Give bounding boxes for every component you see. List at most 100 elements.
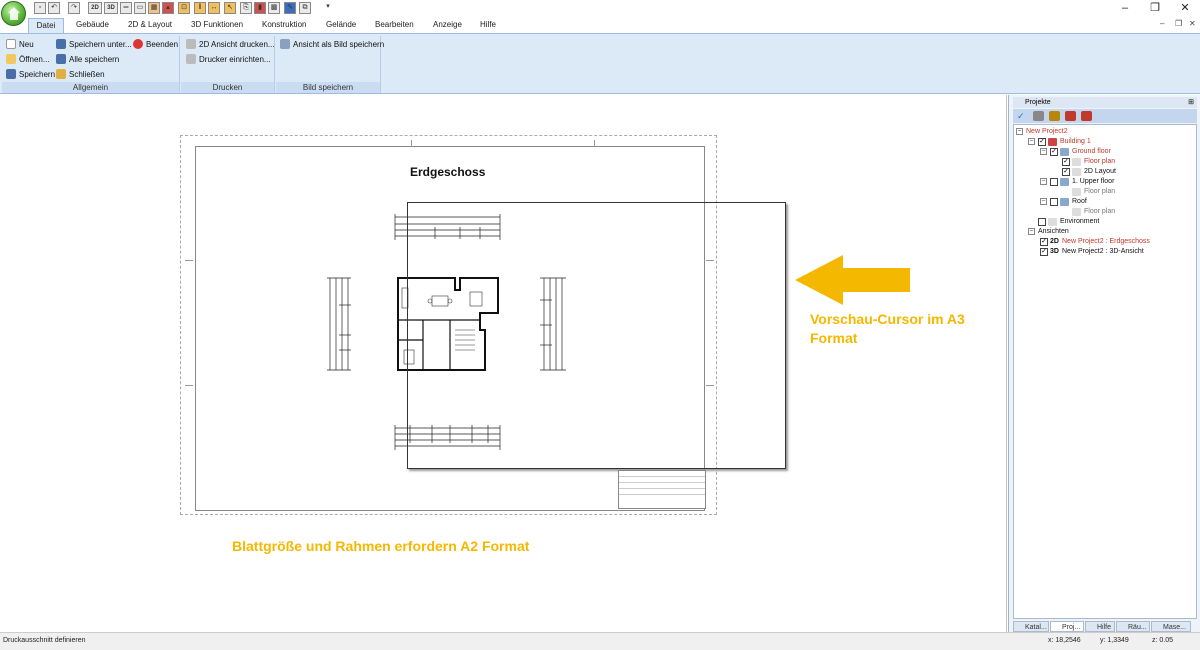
tree-item-roof[interactable]: Roof [1072, 197, 1087, 206]
tree-item-project[interactable]: New Project2 [1026, 127, 1068, 136]
tree-item-ground-floor[interactable]: Ground floor [1072, 147, 1111, 156]
mdi-restore-icon[interactable]: ❐ [1175, 19, 1182, 28]
roof-checkbox[interactable] [1050, 198, 1058, 206]
floor-plan-checkbox[interactable]: ✓ [1062, 158, 1070, 166]
tree-item-floor-plan[interactable]: Floor plan [1084, 207, 1115, 216]
minimize-button[interactable]: – [1110, 0, 1140, 17]
tree-item-floor-plan[interactable]: Floor plan [1084, 157, 1115, 166]
environment-checkbox[interactable] [1038, 218, 1046, 226]
tab-katalog[interactable]: Katal... [1013, 621, 1049, 632]
a3-preview-cursor[interactable] [407, 202, 786, 469]
view-2d-checkbox[interactable]: ✓ [1040, 238, 1048, 246]
annotation-a2-format: Blattgröße und Rahmen erfordern A2 Forma… [232, 538, 530, 554]
collapse-icon[interactable]: – [1040, 198, 1047, 205]
collapse-icon[interactable]: – [1028, 138, 1035, 145]
collapse-icon[interactable]: – [1016, 128, 1023, 135]
tab-bearbeiten[interactable]: Bearbeiten [369, 18, 420, 33]
tab-gelaende[interactable]: Gelände [320, 18, 362, 33]
collapse-icon[interactable]: – [1028, 228, 1035, 235]
schliessen-button[interactable]: Schließen [56, 69, 105, 81]
view-3d-icon[interactable]: 3D [104, 2, 118, 14]
tab-anzeige[interactable]: Anzeige [427, 18, 468, 33]
layout-checkbox[interactable]: ✓ [1062, 168, 1070, 176]
ansicht-als-bild-button[interactable]: Ansicht als Bild speichern [280, 39, 384, 51]
speichern-button[interactable]: Speichern [6, 69, 55, 81]
tree-item-view-3d[interactable]: New Project2 : 3D-Ansicht [1062, 247, 1144, 256]
chart-icon[interactable] [1033, 111, 1044, 121]
speichern-unter-label: Speichern unter... [69, 40, 132, 49]
tree-item-environment[interactable]: Environment [1060, 217, 1099, 226]
project-tree: – New Project2 – ✓ Building 1 – ✓ Ground… [1013, 124, 1197, 619]
checkmark-icon[interactable]: ✓ [1017, 111, 1028, 121]
alle-speichern-button[interactable]: Alle speichern [56, 54, 119, 66]
close-document-icon [56, 69, 66, 79]
mdi-minimize-icon[interactable]: – [1160, 19, 1164, 28]
drawing-canvas[interactable]: Erdgeschoss Vorschau-Cursor im A3 Format… [0, 95, 1007, 632]
mdi-close-icon[interactable]: ✕ [1189, 19, 1196, 28]
texture-icon[interactable]: ▩ [268, 2, 280, 14]
environment-icon [1048, 218, 1057, 226]
view-3d-checkbox[interactable]: ✓ [1040, 248, 1048, 256]
beenden-label: Beenden [146, 40, 179, 49]
tree-item-building[interactable]: Building 1 [1060, 137, 1091, 146]
tree-item-view-2d[interactable]: New Project2 : Erdgeschoss [1062, 237, 1150, 246]
redo-icon[interactable]: ↷ [68, 2, 80, 14]
ansicht-drucken-button[interactable]: 2D Ansicht drucken... [186, 39, 275, 51]
pen-icon[interactable]: ✎ [284, 2, 296, 14]
ground-floor-checkbox[interactable]: ✓ [1050, 148, 1058, 156]
tab-2d-layout[interactable]: 2D & Layout [122, 18, 178, 33]
status-bar: Druckausschnitt definieren x: 18,2546 y:… [0, 632, 1200, 650]
roof-icon[interactable]: ▴ [162, 2, 174, 14]
new-file-icon[interactable]: ▫ [34, 2, 46, 14]
restore-button[interactable]: ❐ [1140, 0, 1170, 17]
printer-setup-icon [186, 54, 196, 64]
tab-gebaeude[interactable]: Gebäude [70, 18, 115, 33]
tab-konstruktion[interactable]: Konstruktion [256, 18, 312, 33]
beenden-button[interactable]: Beenden [133, 39, 178, 51]
view-2d-icon[interactable]: 2D [88, 2, 102, 14]
oeffnen-button[interactable]: Öffnen... [6, 54, 50, 66]
neu-button[interactable]: Neu [6, 39, 34, 51]
duplicate-icon[interactable]: ⧉ [299, 2, 311, 14]
tab-hilfe[interactable]: Hilfe [474, 18, 502, 33]
panel-title: Projekte [1025, 99, 1051, 106]
undo-icon[interactable]: ↶ [48, 2, 60, 14]
alle-speichern-label: Alle speichern [69, 55, 120, 64]
speichern-unter-button[interactable]: Speichern unter... [56, 39, 132, 51]
door-icon[interactable]: ⊡ [178, 2, 190, 14]
tree-item-upper-floor[interactable]: 1. Upper floor [1072, 177, 1114, 186]
wall-icon[interactable]: ═ [120, 2, 132, 14]
tab-datei[interactable]: Datei [28, 18, 64, 33]
tree-item-ansichten[interactable]: Ansichten [1038, 227, 1069, 236]
application-menu-button[interactable] [1, 1, 26, 26]
collapse-icon[interactable]: – [1040, 178, 1047, 185]
dimension-icon[interactable]: ↔ [208, 2, 220, 14]
window-icon[interactable]: ▭ [134, 2, 146, 14]
tab-projekte[interactable]: Proj... [1050, 621, 1084, 632]
close-button[interactable]: ✕ [1170, 0, 1200, 17]
status-x-coordinate: x: 18,2546 [1048, 637, 1081, 644]
stairs-icon[interactable]: ▦ [148, 2, 160, 14]
tab-3d-funktionen[interactable]: 3D Funktionen [185, 18, 249, 33]
add-building-icon[interactable] [1081, 111, 1092, 121]
tab-masse[interactable]: Mase... [1151, 621, 1191, 632]
copy-icon[interactable]: ⎘ [240, 2, 252, 14]
building-checkbox[interactable]: ✓ [1038, 138, 1046, 146]
edit-icon[interactable] [1049, 111, 1060, 121]
delete-icon[interactable] [1065, 111, 1076, 121]
tree-item-floor-plan[interactable]: Floor plan [1084, 187, 1115, 196]
upper-floor-checkbox[interactable] [1050, 178, 1058, 186]
title-block-row [619, 489, 705, 495]
drucker-einrichten-button[interactable]: Drucker einrichten... [186, 54, 271, 66]
tab-raeume[interactable]: Räu... [1116, 621, 1150, 632]
select-icon[interactable]: ↖ [224, 2, 236, 14]
tree-item-2d-layout[interactable]: 2D Layout [1084, 167, 1116, 176]
tab-hilfe-panel[interactable]: Hilfe [1085, 621, 1115, 632]
floor-icon [1060, 148, 1069, 156]
paint-icon[interactable]: ▮ [254, 2, 266, 14]
columns-icon[interactable]: ‖ [194, 2, 206, 14]
pin-icon[interactable]: ⊞ [1188, 97, 1194, 108]
collapse-icon[interactable]: – [1040, 148, 1047, 155]
save-icon [6, 69, 16, 79]
customize-dropdown-icon[interactable]: ▾ [322, 2, 334, 14]
